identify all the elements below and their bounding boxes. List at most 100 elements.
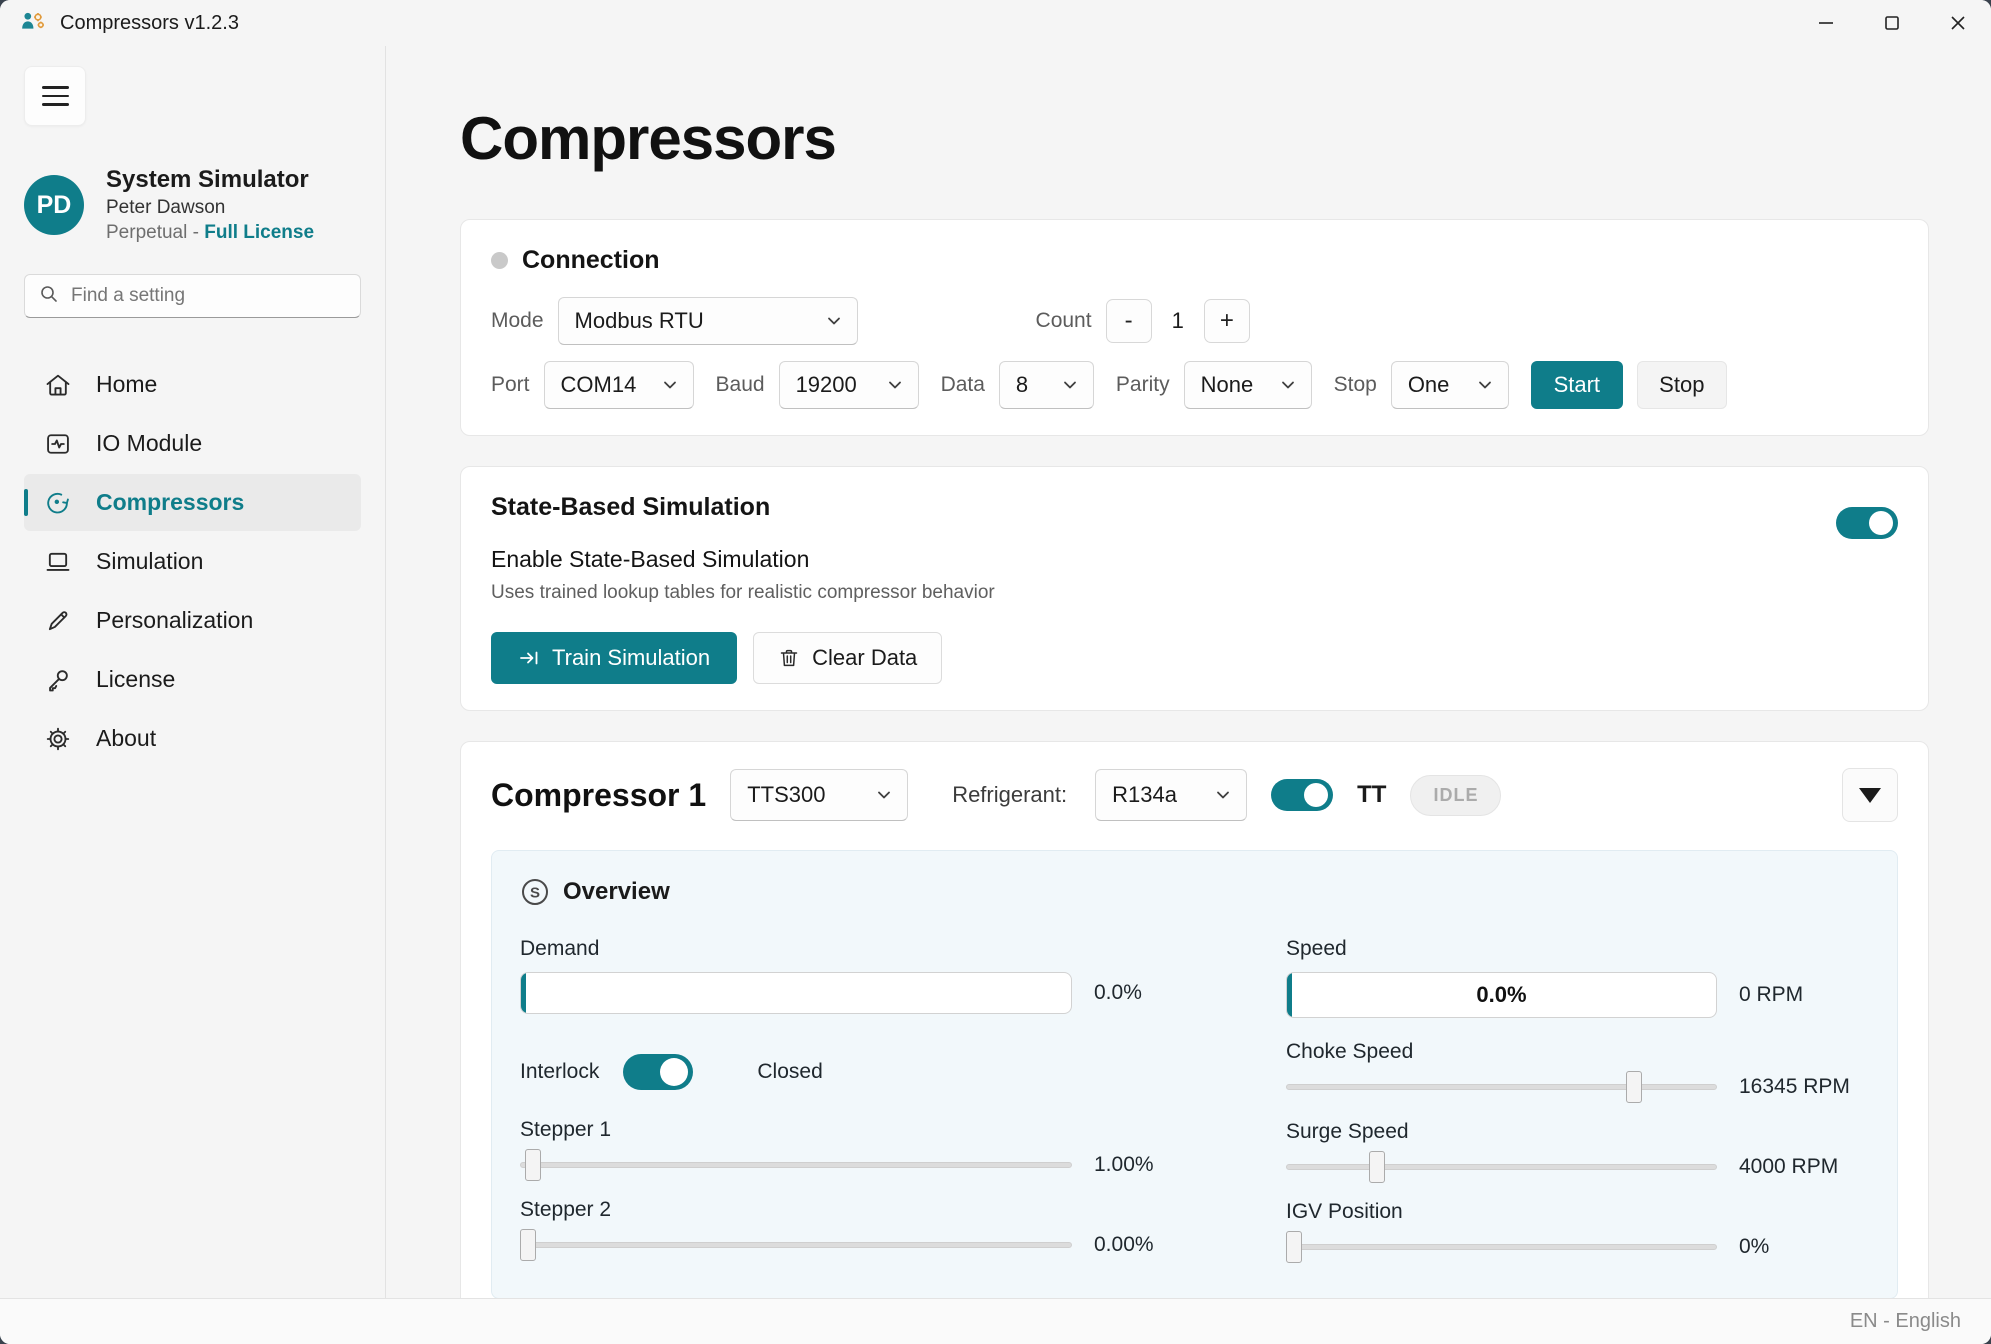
- compressor-enable-toggle[interactable]: [1271, 779, 1333, 811]
- igv-position-slider-thumb[interactable]: [1286, 1231, 1302, 1263]
- simulation-icon: [44, 548, 72, 576]
- app-window: Compressors v1.2.3 PD System Simulator: [0, 0, 1991, 1344]
- language-indicator[interactable]: EN - English: [1850, 1310, 1961, 1333]
- count-decrement-button[interactable]: -: [1106, 299, 1152, 343]
- sidebar-item-io-module[interactable]: IO Module: [24, 415, 361, 472]
- count-increment-button[interactable]: +: [1204, 299, 1250, 343]
- train-simulation-button[interactable]: Train Simulation: [491, 632, 737, 684]
- surge-speed-slider-thumb[interactable]: [1369, 1151, 1385, 1183]
- avatar: PD: [24, 175, 84, 235]
- stepper2-value: 0.00%: [1094, 1233, 1180, 1257]
- sidebar-item-personalization[interactable]: Personalization: [24, 592, 361, 649]
- minimize-button[interactable]: [1793, 0, 1859, 46]
- hamburger-icon: [42, 86, 69, 89]
- port-dropdown[interactable]: COM14: [544, 361, 694, 409]
- speed-percent: 0.0%: [1287, 973, 1716, 1017]
- personalization-icon: [44, 607, 72, 635]
- sidebar-item-label: License: [96, 666, 175, 693]
- igv-position-block: IGV Position 0%: [1286, 1200, 1869, 1264]
- profile-section: PD System Simulator Peter Dawson Perpetu…: [24, 166, 361, 244]
- interlock-state: Closed: [757, 1060, 822, 1084]
- sidebar-item-label: Home: [96, 371, 157, 398]
- baud-dropdown[interactable]: 19200: [779, 361, 919, 409]
- port-label: Port: [491, 373, 530, 397]
- stop-button[interactable]: Stop: [1637, 361, 1727, 409]
- stepper1-slider[interactable]: [520, 1148, 1072, 1182]
- stepper1-slider-thumb[interactable]: [525, 1149, 541, 1181]
- refrigerant-label: Refrigerant:: [952, 782, 1067, 808]
- choke-speed-block: Choke Speed 16345 RPM: [1286, 1040, 1869, 1104]
- igv-position-value: 0%: [1739, 1235, 1869, 1259]
- search-icon: [39, 284, 59, 309]
- trash-icon: [778, 647, 800, 669]
- footer-bar: EN - English: [0, 1298, 1991, 1344]
- connection-title: Connection: [522, 246, 660, 275]
- parity-label: Parity: [1116, 373, 1170, 397]
- stepper1-value: 1.00%: [1094, 1153, 1180, 1177]
- mode-dropdown[interactable]: Modbus RTU: [558, 297, 858, 345]
- stepper2-block: Stepper 2 0.00%: [520, 1198, 1180, 1262]
- sidebar-item-label: Compressors: [96, 489, 244, 516]
- baud-label: Baud: [716, 373, 765, 397]
- speed-rpm: 0 RPM: [1739, 983, 1869, 1007]
- interlock-toggle[interactable]: [623, 1054, 693, 1090]
- count-group: Count - 1 +: [1036, 299, 1250, 343]
- sidebar-item-compressors[interactable]: Compressors: [24, 474, 361, 531]
- speed-progress-bar: 0.0%: [1286, 972, 1717, 1018]
- sidebar-item-simulation[interactable]: Simulation: [24, 533, 361, 590]
- sidebar-item-label: About: [96, 725, 156, 752]
- start-button[interactable]: Start: [1531, 361, 1623, 409]
- search-input[interactable]: [71, 285, 346, 307]
- parity-dropdown[interactable]: None: [1184, 361, 1312, 409]
- model-dropdown[interactable]: TTS300: [730, 769, 908, 821]
- profile-name: Peter Dawson: [106, 197, 314, 219]
- titlebar: Compressors v1.2.3: [0, 0, 1991, 46]
- status-badge: IDLE: [1410, 775, 1501, 816]
- enable-simulation-description: Uses trained lookup tables for realistic…: [491, 582, 1836, 604]
- state-simulation-title: State-Based Simulation: [491, 493, 1836, 522]
- choke-speed-slider[interactable]: [1286, 1070, 1717, 1104]
- speed-label: Speed: [1286, 937, 1869, 961]
- sidebar-item-home[interactable]: Home: [24, 356, 361, 413]
- stepper2-slider-thumb[interactable]: [520, 1229, 536, 1261]
- sidebar-item-label: IO Module: [96, 430, 202, 457]
- page-title: Compressors: [460, 104, 1929, 173]
- igv-position-label: IGV Position: [1286, 1200, 1869, 1224]
- state-simulation-card: State-Based Simulation Enable State-Base…: [460, 466, 1929, 711]
- stepper2-label: Stepper 2: [520, 1198, 1180, 1222]
- maximize-button[interactable]: [1859, 0, 1925, 46]
- clear-data-button[interactable]: Clear Data: [753, 632, 942, 684]
- profile-license: Perpetual - Full License: [106, 222, 314, 244]
- collapse-triangle-icon: [1859, 788, 1881, 803]
- collapse-button[interactable]: [1842, 768, 1898, 822]
- window-controls: [1793, 0, 1991, 46]
- selected-indicator: [24, 489, 28, 516]
- app-icon: [20, 8, 46, 39]
- data-bits-dropdown[interactable]: 8: [999, 361, 1094, 409]
- connection-card: Connection Mode Modbus RTU Count - 1 +: [460, 219, 1929, 436]
- profile-title: System Simulator: [106, 166, 314, 194]
- chevron-down-icon: [1476, 376, 1494, 394]
- close-button[interactable]: [1925, 0, 1991, 46]
- search-box[interactable]: [24, 274, 361, 318]
- overview-panel: S Overview Demand: [491, 850, 1898, 1298]
- hamburger-menu-button[interactable]: [24, 66, 86, 126]
- sidebar-item-about[interactable]: About: [24, 710, 361, 767]
- stop-bits-dropdown[interactable]: One: [1391, 361, 1509, 409]
- enable-simulation-toggle[interactable]: [1836, 507, 1898, 539]
- surge-speed-slider[interactable]: [1286, 1150, 1717, 1184]
- stepper2-slider[interactable]: [520, 1228, 1072, 1262]
- stepper1-block: Stepper 1 1.00%: [520, 1118, 1180, 1182]
- chevron-down-icon: [886, 376, 904, 394]
- io-module-icon: [44, 430, 72, 458]
- interlock-block: Interlock Closed: [520, 1054, 1180, 1090]
- chevron-down-icon: [875, 786, 893, 804]
- chevron-down-icon: [661, 376, 679, 394]
- igv-position-slider[interactable]: [1286, 1230, 1717, 1264]
- connection-status-dot: [491, 252, 508, 269]
- sidebar-item-license[interactable]: License: [24, 651, 361, 708]
- stop-bits-label: Stop: [1334, 373, 1377, 397]
- sidebar-item-label: Personalization: [96, 607, 253, 634]
- choke-speed-slider-thumb[interactable]: [1626, 1071, 1642, 1103]
- refrigerant-dropdown[interactable]: R134a: [1095, 769, 1247, 821]
